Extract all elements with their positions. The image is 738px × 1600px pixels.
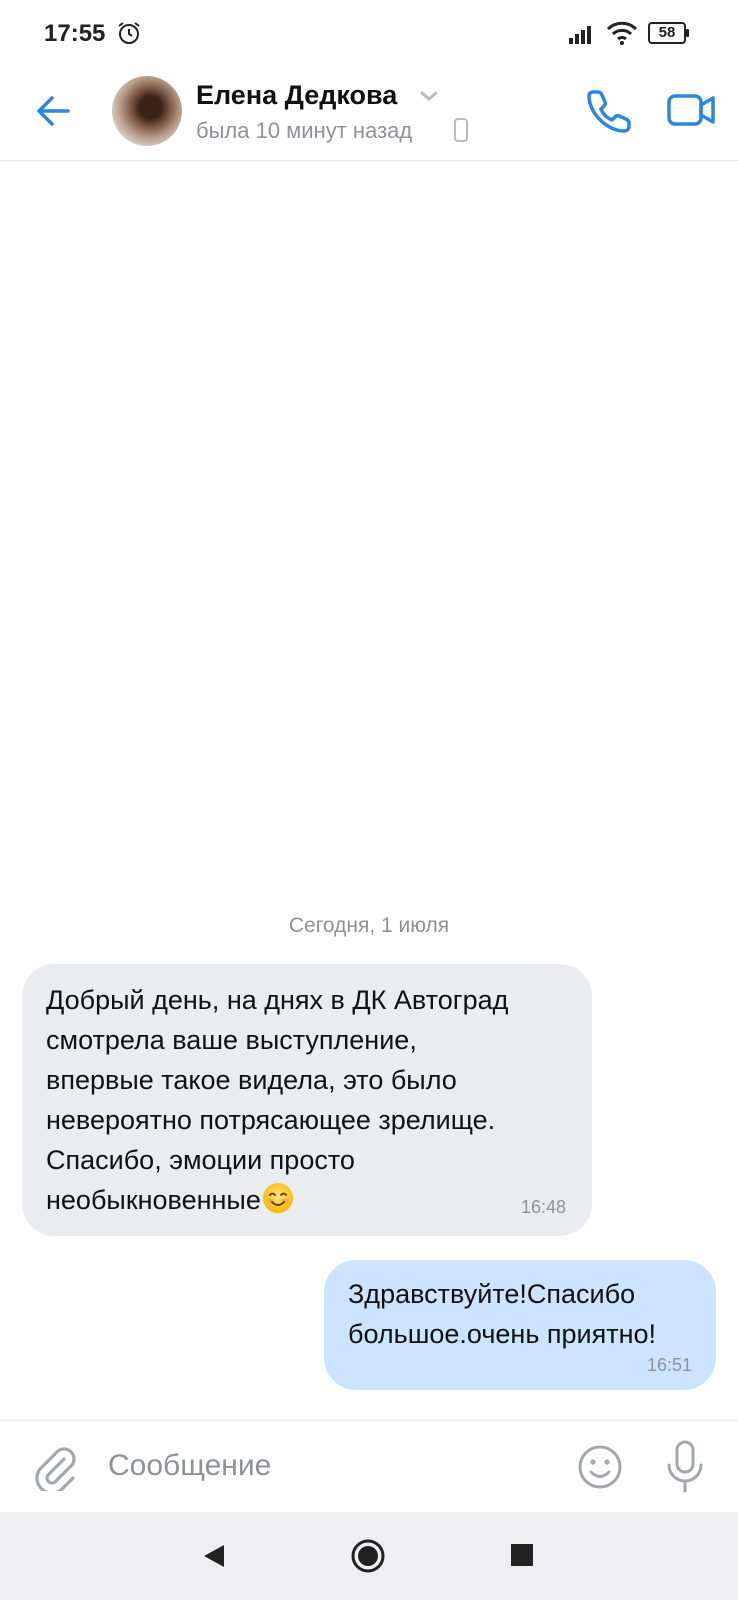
status-bar: 17:55 58 (0, 0, 738, 64)
contact-name[interactable]: Елена Дедкова (196, 80, 397, 111)
wifi-icon (606, 21, 638, 45)
emoji-icon[interactable] (576, 1443, 624, 1491)
video-call-icon[interactable] (666, 84, 718, 136)
microphone-icon[interactable] (660, 1439, 710, 1495)
contact-status: была 10 минут назад (196, 118, 413, 143)
incoming-message[interactable]: Добрый день, на днях в ДК Автоград смотр… (22, 964, 592, 1236)
message-text: Добрый день, на днях в ДК Автоград смотр… (46, 985, 509, 1215)
outgoing-message[interactable]: Здравствуйте!Спасибо большое.очень прият… (324, 1260, 716, 1390)
nav-home-icon[interactable] (350, 1538, 386, 1574)
battery-icon: 58 (648, 22, 689, 44)
chat-header: Елена Дедкова была 10 минут назад (0, 64, 738, 161)
alarm-icon (118, 22, 140, 44)
system-nav-bar (0, 1512, 738, 1600)
message-time: 16:51 (646, 1355, 692, 1375)
avatar[interactable] (112, 76, 182, 146)
status-time: 17:55 (44, 20, 106, 47)
message-text: Здравствуйте!Спасибо большое.очень прият… (348, 1279, 657, 1349)
nav-back-icon[interactable] (200, 1542, 228, 1570)
battery-level: 58 (658, 24, 676, 41)
smiling-face-icon (262, 1183, 293, 1213)
back-arrow-icon[interactable] (28, 86, 78, 136)
message-time: 16:48 (520, 1197, 566, 1217)
signal-icon (569, 26, 591, 44)
phone-call-icon[interactable] (584, 84, 636, 136)
message-composer (0, 1420, 738, 1513)
nav-recent-icon[interactable] (510, 1543, 534, 1567)
mobile-phone-icon (454, 118, 468, 142)
message-input[interactable] (108, 1441, 548, 1491)
date-separator: Сегодня, 1 июля (288, 914, 450, 937)
paperclip-icon[interactable] (32, 1443, 78, 1491)
chevron-down-icon[interactable] (418, 88, 440, 104)
